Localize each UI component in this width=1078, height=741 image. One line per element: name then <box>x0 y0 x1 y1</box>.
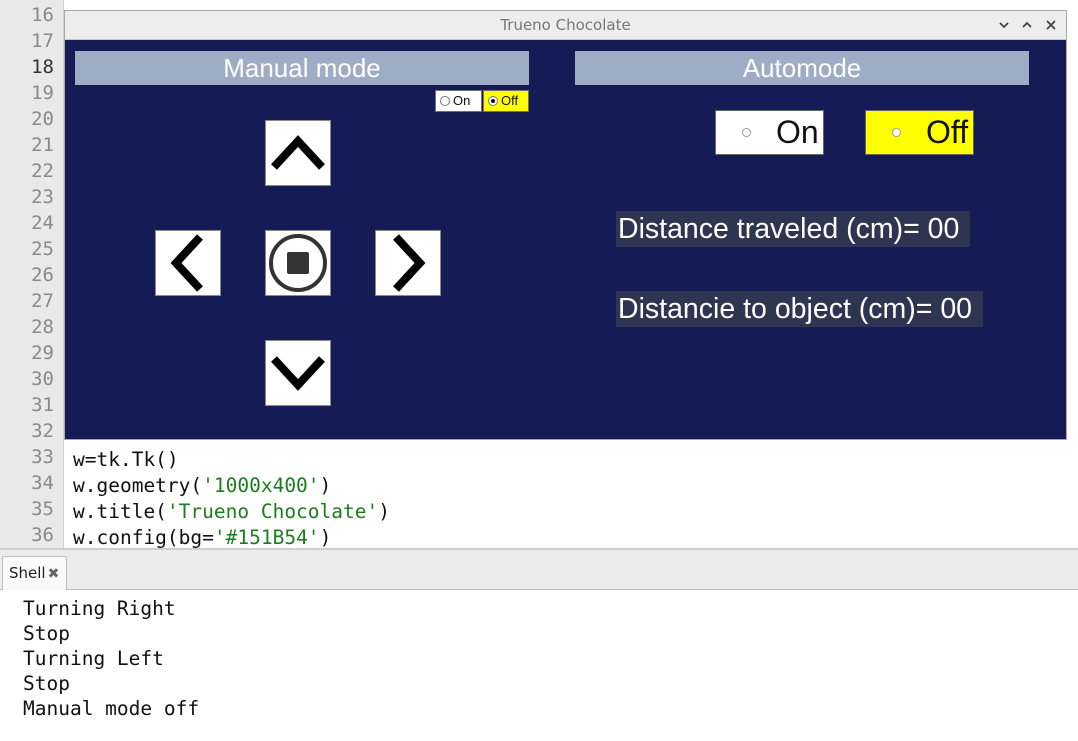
line-number: 21 <box>31 134 54 156</box>
distance-traveled-label: Distance traveled (cm)= 00 <box>616 211 970 247</box>
line-number: 26 <box>31 264 54 286</box>
line-number: 36 <box>31 524 54 546</box>
distance-object-label: Distancie to object (cm)= 00 <box>616 291 983 327</box>
shell-output-line: Turning Right <box>23 597 176 620</box>
line-number: 27 <box>31 290 54 312</box>
auto-on-label: On <box>776 114 819 150</box>
radio-indicator <box>892 128 901 137</box>
code-line[interactable]: w.geometry('1000x400') <box>73 473 331 499</box>
app-window: Trueno Chocolate Manual mode On Off Auto… <box>64 10 1067 440</box>
stop-icon <box>269 234 327 292</box>
down-arrow-icon <box>271 356 325 391</box>
shell-output[interactable]: Turning Right Stop Turning Left Stop Manual … <box>0 591 1078 741</box>
line-number-gutter: 16 17 18 19 20 21 22 23 24 25 26 27 28 29 30 31 32 33 34 35… <box>0 0 64 548</box>
shell-tab-bar: Shell ✖ <box>0 550 1078 590</box>
code-text: w.title( <box>73 500 167 523</box>
line-number: 19 <box>31 82 54 104</box>
line-number: 32 <box>31 420 54 442</box>
close-icon[interactable]: ✖ <box>48 558 60 590</box>
line-number: 35 <box>31 498 54 520</box>
line-number: 33 <box>31 446 54 468</box>
line-number: 23 <box>31 186 54 208</box>
code-string: '#151B54' <box>213 526 320 549</box>
automode-header: Automode <box>575 51 1029 85</box>
auto-on-radio[interactable]: On <box>715 110 824 155</box>
line-number: 29 <box>31 342 54 364</box>
right-button[interactable] <box>375 230 441 296</box>
code-line[interactable]: w.title('Trueno Chocolate') <box>73 499 390 525</box>
shell-output-line: Stop <box>23 672 70 695</box>
manual-off-label: Off <box>501 93 519 108</box>
line-number: 20 <box>31 108 54 130</box>
stop-button[interactable] <box>265 230 331 296</box>
window-title: Trueno Chocolate <box>500 16 631 34</box>
radio-indicator <box>440 96 450 106</box>
up-arrow-icon <box>271 135 325 170</box>
code-string: '1000x400' <box>202 474 320 497</box>
line-number: 22 <box>31 160 54 182</box>
code-text: w.config(bg= <box>73 526 214 549</box>
shell-tab[interactable]: Shell ✖ <box>2 556 67 590</box>
shell-output-line: Stop <box>23 622 70 645</box>
code-text: ) <box>378 500 390 523</box>
manual-off-radio[interactable]: Off <box>483 90 529 112</box>
forward-button[interactable] <box>265 120 331 186</box>
window-titlebar[interactable]: Trueno Chocolate <box>65 11 1066 40</box>
line-number: 34 <box>31 472 54 494</box>
code-text: ) <box>319 474 332 497</box>
line-number: 17 <box>31 30 54 52</box>
line-number: 30 <box>31 368 54 390</box>
auto-off-radio[interactable]: Off <box>865 110 974 155</box>
line-number: 18 <box>31 56 54 78</box>
app-content: Manual mode On Off Automode On Off Dista… <box>65 40 1066 439</box>
radio-indicator <box>742 128 751 137</box>
code-string: 'Trueno Chocolate' <box>166 500 379 523</box>
line-number: 31 <box>31 394 54 416</box>
left-arrow-icon <box>170 234 203 292</box>
minimize-icon[interactable] <box>997 18 1011 32</box>
code-text: w=tk.Tk() <box>73 448 179 471</box>
maximize-icon[interactable] <box>1020 18 1034 32</box>
line-number: 25 <box>31 238 54 260</box>
code-text: w.geometry( <box>73 474 203 497</box>
line-number: 16 <box>31 4 54 26</box>
backward-button[interactable] <box>265 340 331 406</box>
right-arrow-icon <box>393 234 426 292</box>
left-button[interactable] <box>155 230 221 296</box>
shell-output-line: Turning Left <box>23 647 164 670</box>
manual-on-radio[interactable]: On <box>435 90 482 112</box>
radio-indicator-selected <box>488 96 498 106</box>
auto-off-label: Off <box>926 114 969 150</box>
shell-tab-label: Shell <box>9 564 46 582</box>
manual-mode-header: Manual mode <box>75 51 529 85</box>
close-icon[interactable] <box>1044 18 1058 32</box>
line-number: 24 <box>31 212 54 234</box>
line-number: 28 <box>31 316 54 338</box>
manual-on-label: On <box>453 93 471 108</box>
shell-output-line: Manual mode off <box>23 697 200 720</box>
code-text: ) <box>319 526 332 549</box>
code-line[interactable]: w=tk.Tk() <box>73 447 179 473</box>
